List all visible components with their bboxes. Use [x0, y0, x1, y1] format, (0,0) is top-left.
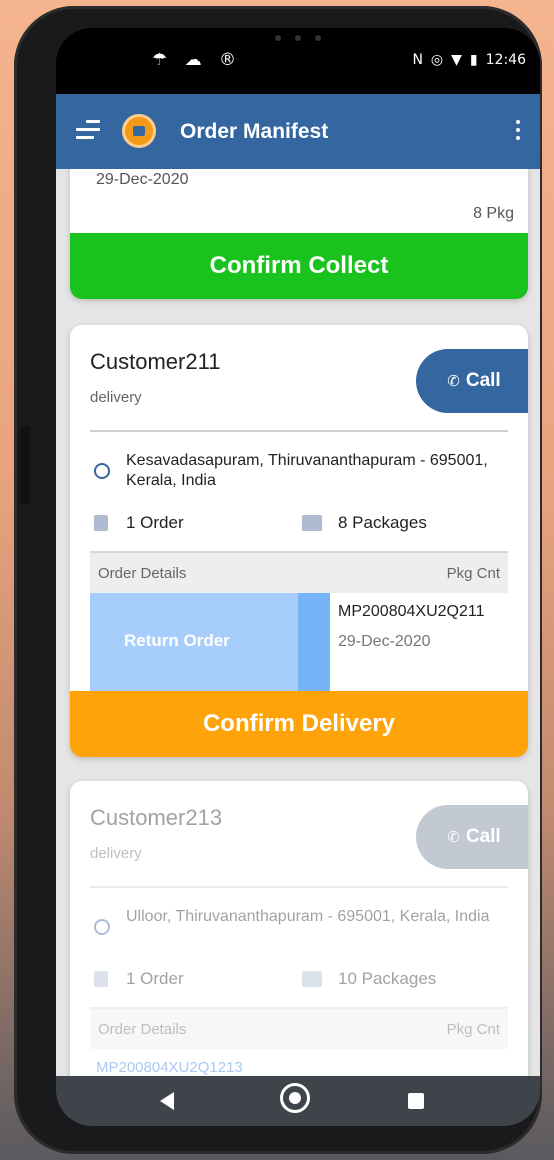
order-card-collect: 29-Dec-2020 8 Pkg Confirm Collect: [70, 169, 528, 299]
status-right-area: N ◎ ▼ ▮ 12:46: [412, 52, 526, 68]
screen: ☂ ☁ ® N ◎ ▼ ▮ 12:46 Order Manifest 29-De…: [56, 28, 540, 1126]
customer-address: Ulloor, Thiruvananthapuram - 695001, Ker…: [126, 908, 490, 925]
order-id-link[interactable]: MP200804XU2Q1213: [96, 1059, 243, 1076]
system-nav-bar: [56, 1076, 540, 1126]
order-card-delivery: Customer211 delivery ✆ Call Kesavadasapur…: [70, 325, 528, 757]
call-button[interactable]: ✆ Call: [416, 805, 528, 869]
order-icon: [94, 515, 108, 531]
location-icon: ◎: [430, 52, 444, 68]
packages-icon: [302, 971, 322, 987]
header-order-details: Order Details: [98, 565, 187, 582]
package-count: 8 Pkg: [473, 205, 514, 222]
battery-icon: ▮: [469, 52, 478, 68]
divider: [90, 886, 508, 888]
order-icon: [94, 971, 108, 987]
page-title: Order Manifest: [180, 120, 329, 143]
order-table-header: Order Details Pkg Cnt: [90, 1007, 508, 1049]
menu-icon[interactable]: [76, 120, 100, 140]
order-date: 29-Dec-2020: [338, 633, 431, 650]
order-card-next: Customer213 delivery Ulloor, Thiruvanant…: [70, 781, 528, 1076]
return-order-label: Return Order: [124, 631, 230, 650]
overflow-menu-icon[interactable]: [516, 120, 522, 144]
back-icon[interactable]: [160, 1092, 174, 1110]
call-button[interactable]: ✆ Call: [416, 349, 528, 413]
packages-icon: [302, 515, 322, 531]
phone-icon: ✆: [447, 828, 460, 846]
header-order-details: Order Details: [98, 1021, 187, 1038]
order-count: 1 Order: [126, 969, 184, 988]
customer-address: Kesavadasapuram, Thiruvananthapuram - 69…: [126, 452, 488, 489]
app-logo-icon: [122, 114, 156, 148]
order-id: MP200804XU2Q211: [338, 603, 485, 620]
header-pkg-cnt: Pkg Cnt: [446, 1021, 500, 1038]
home-icon[interactable]: [280, 1083, 310, 1113]
nfc-icon: N: [412, 52, 423, 68]
app-bar: Order Manifest: [56, 94, 540, 169]
clock: 12:46: [485, 52, 526, 68]
call-label: Call: [465, 826, 501, 847]
divider: [90, 430, 508, 432]
notification-icons: ☂ ☁ ®: [152, 50, 243, 70]
return-order-stripe: [298, 593, 330, 693]
order-date: 29-Dec-2020: [96, 171, 189, 188]
confirm-delivery-button[interactable]: Confirm Delivery: [70, 691, 528, 757]
order-count: 1 Order: [126, 513, 184, 532]
recents-icon[interactable]: [408, 1093, 424, 1109]
header-pkg-cnt: Pkg Cnt: [446, 565, 500, 582]
location-pin-icon: [94, 919, 110, 935]
order-table-header: Order Details Pkg Cnt: [90, 551, 508, 593]
side-button: [20, 426, 30, 504]
phone-icon: ✆: [447, 372, 460, 390]
return-order-button[interactable]: Return Order: [90, 593, 330, 693]
manifest-list[interactable]: 29-Dec-2020 8 Pkg Confirm Collect Custom…: [56, 169, 540, 1076]
location-pin-icon: [94, 463, 110, 479]
call-label: Call: [465, 370, 501, 391]
customer-name: Customer211: [90, 349, 221, 374]
package-count: 8 Packages: [338, 513, 427, 532]
status-bar: ☂ ☁ ® N ◎ ▼ ▮ 12:46: [56, 28, 540, 94]
phone-frame: ☂ ☁ ® N ◎ ▼ ▮ 12:46 Order Manifest 29-De…: [14, 6, 542, 1154]
order-type: delivery: [90, 845, 142, 862]
customer-name: Customer213: [90, 805, 223, 830]
order-type: delivery: [90, 389, 142, 406]
camera-dots: [268, 28, 338, 41]
wifi-icon: ▼: [451, 52, 462, 68]
confirm-collect-button[interactable]: Confirm Collect: [70, 233, 528, 299]
package-count: 10 Packages: [338, 969, 437, 988]
